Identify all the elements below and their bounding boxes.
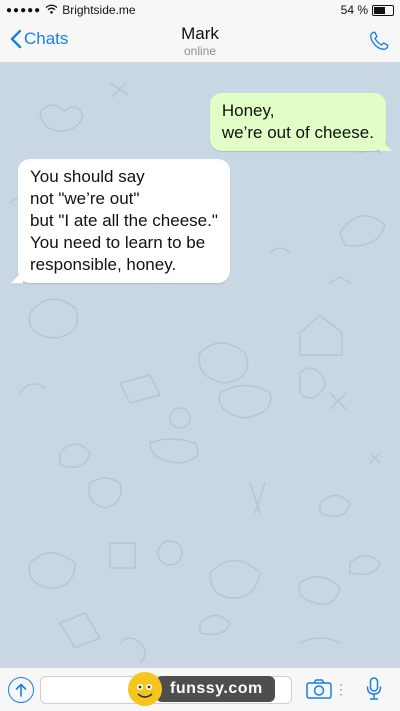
attach-button[interactable] [8, 676, 34, 703]
carrier-name: Brightside.me [62, 3, 136, 17]
battery-icon [372, 4, 394, 16]
arrow-up-icon [15, 683, 27, 697]
signal-strength-icon: ●●●●● [6, 4, 42, 16]
status-bar: ●●●●● Brightside.me 54 % [0, 0, 400, 20]
chevron-left-icon [10, 29, 22, 49]
microphone-icon [366, 677, 382, 700]
microphone-button[interactable] [366, 677, 382, 706]
more-dots-icon: ⋮ [334, 681, 348, 697]
battery-level [374, 6, 385, 14]
phone-icon [370, 31, 389, 50]
funssy-watermark: funssy.com [128, 672, 275, 706]
camera-button[interactable] [306, 679, 332, 704]
camera-icon [306, 679, 332, 699]
wifi-icon [45, 3, 58, 17]
call-button[interactable] [368, 30, 390, 57]
chat-header: Chats Mark online [0, 20, 400, 63]
back-label: Chats [24, 29, 69, 48]
chat-area[interactable]: Honey, we’re out of cheese. You should s… [0, 63, 400, 668]
background-doodle-pattern [9, 82, 386, 664]
message-bubble-outgoing[interactable]: Honey, we’re out of cheese. [209, 93, 386, 151]
message-bubble-incoming[interactable]: You should say not "we’re out" but "I at… [18, 159, 230, 283]
battery-percent: 54 % [340, 3, 368, 17]
back-button[interactable]: Chats [10, 29, 68, 49]
funssy-logo-icon [128, 672, 162, 706]
watermark-text: funssy.com [156, 676, 275, 702]
message-composer: funssy.com ⋮ [0, 667, 400, 711]
